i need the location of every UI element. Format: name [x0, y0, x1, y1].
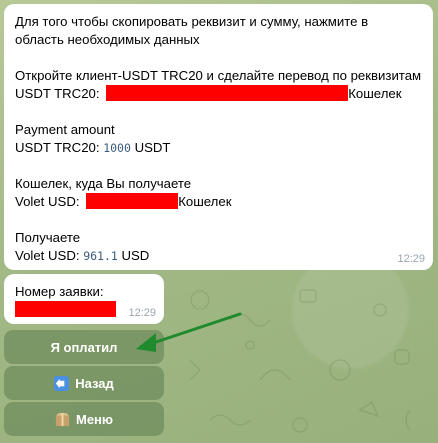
- annotation-arrow: [136, 312, 242, 352]
